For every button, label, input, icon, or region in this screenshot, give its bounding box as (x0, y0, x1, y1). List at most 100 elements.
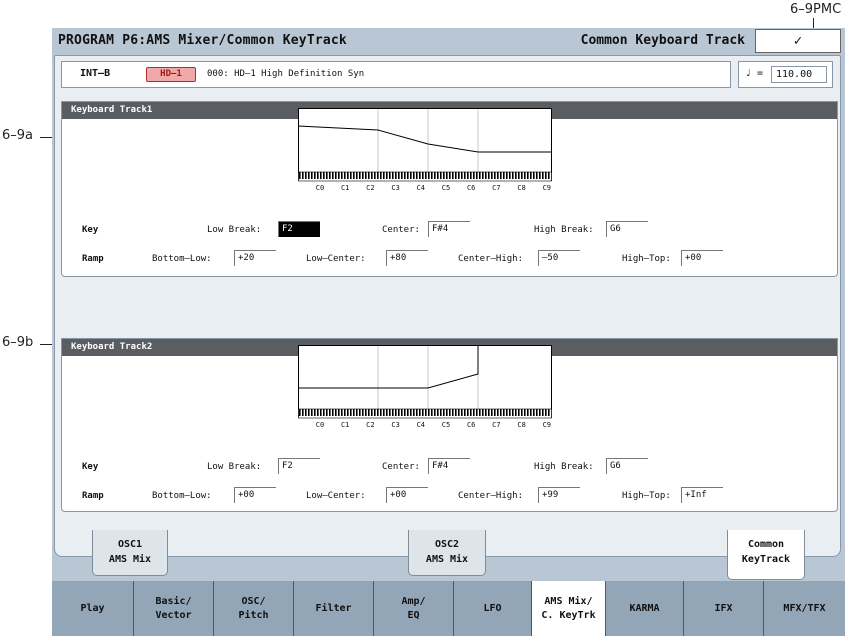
program-name: 000: HD–1 High Definition Syn (207, 69, 365, 79)
keyboard-key (398, 409, 400, 416)
keyboard-key (485, 409, 487, 416)
keyboard-key (500, 409, 502, 416)
tab-amp-eq[interactable]: Amp/EQ (374, 581, 454, 636)
keyboard-key (404, 172, 406, 179)
keyboard-key (434, 172, 436, 179)
keyboard-key (320, 409, 322, 416)
keyboard-key (335, 409, 337, 416)
tab-osc1-ams-mix[interactable]: OSC1 AMS Mix (92, 530, 168, 576)
tab-line: LFO (483, 602, 502, 614)
tab-osc-pitch[interactable]: OSC/Pitch (214, 581, 294, 636)
low-break-field[interactable]: F2 (278, 458, 320, 474)
keyboard-key (392, 172, 394, 179)
keyboard-key (506, 172, 508, 179)
keyboard-key (431, 409, 433, 416)
keyboard-key (503, 172, 505, 179)
tab-line: OSC2 (434, 539, 460, 550)
keyboard-key (542, 172, 544, 179)
high-top-label: High–Top: (622, 491, 671, 501)
tab-line: OSC/ (241, 595, 266, 607)
center-high-field[interactable]: –50 (538, 250, 580, 266)
keyboard-key (326, 409, 328, 416)
keyboard-key (305, 409, 307, 416)
keyboard-key (407, 409, 409, 416)
page-title: PROGRAM P6:AMS Mixer/Common KeyTrack (58, 33, 347, 48)
tab-ams-mix-c-keytrk[interactable]: AMS Mix/C. KeyTrk (532, 581, 606, 636)
keyboard-key (335, 172, 337, 179)
octave-label: C6 (467, 421, 475, 429)
bottom-low-field[interactable]: +00 (234, 487, 276, 503)
keyboard-key (524, 172, 526, 179)
keyboard-key (365, 172, 367, 179)
bottom-low-field[interactable]: +20 (234, 250, 276, 266)
program-type-badge: HD–1 (146, 67, 196, 82)
octave-label: C5 (442, 421, 450, 429)
octave-label: C0 (316, 184, 324, 192)
keyboard-key (425, 409, 427, 416)
octave-label: C4 (417, 421, 425, 429)
keyboard-key (437, 409, 439, 416)
keyboard-key (512, 172, 514, 179)
keyboard-key (521, 409, 523, 416)
keyboard-key (464, 172, 466, 179)
center-high-field[interactable]: +99 (538, 487, 580, 503)
page-subtitle: Common Keyboard Track (580, 33, 745, 48)
callout-9b: 6–9b (2, 335, 34, 350)
bottom-low-label: Bottom–Low: (152, 254, 212, 264)
tab-line: OSC1 (117, 539, 143, 550)
tab-ifx[interactable]: IFX (684, 581, 764, 636)
tab-line: Common (747, 539, 785, 550)
keyboard-key (479, 172, 481, 179)
tab-karma[interactable]: KARMA (606, 581, 684, 636)
tab-basic-vector[interactable]: Basic/Vector (134, 581, 214, 636)
low-center-field[interactable]: +00 (386, 487, 428, 503)
keyboard-key (401, 409, 403, 416)
high-top-field[interactable]: +Inf (681, 487, 723, 503)
keyboard-key (329, 172, 331, 179)
keyboard-key (317, 172, 319, 179)
high-top-field[interactable]: +00 (681, 250, 723, 266)
keyboard-key (416, 172, 418, 179)
keyboard-key (323, 172, 325, 179)
keyboard-key (302, 172, 304, 179)
high-break-field[interactable]: G6 (606, 221, 648, 237)
keyboard-key (314, 409, 316, 416)
tab-play[interactable]: Play (52, 581, 134, 636)
tab-line: Pitch (238, 609, 269, 621)
keyboard-key (494, 409, 496, 416)
program-select[interactable]: INT–B HD–1 000: HD–1 High Definition Syn (61, 61, 731, 88)
tab-line: Filter (315, 602, 352, 614)
keyboard-key (449, 409, 451, 416)
keyboard-key (458, 409, 460, 416)
keyboard-key (518, 172, 520, 179)
page-menu-button[interactable]: ✓ (755, 29, 841, 53)
low-break-field[interactable]: F2 (278, 221, 320, 237)
keyboard-key (308, 409, 310, 416)
keyboard-key (320, 172, 322, 179)
main-panel: INT–B HD–1 000: HD–1 High Definition Syn… (54, 55, 841, 557)
tab-line: AMS Mix (425, 554, 469, 565)
keyboard-key (311, 409, 313, 416)
keyboard-key (467, 172, 469, 179)
keyboard-key (539, 172, 541, 179)
keyboard-key (338, 409, 340, 416)
tab-filter[interactable]: Filter (294, 581, 374, 636)
keyboard-key (452, 172, 454, 179)
tab-mfx-tfx[interactable]: MFX/TFX (764, 581, 845, 636)
center-field[interactable]: F#4 (428, 458, 470, 474)
center-field[interactable]: F#4 (428, 221, 470, 237)
keyboard-key (419, 172, 421, 179)
keyboard-key (452, 409, 454, 416)
tab-common-keytrack[interactable]: Common KeyTrack (727, 530, 805, 580)
tempo-field[interactable]: 110.00 (771, 66, 827, 83)
tab-lfo[interactable]: LFO (454, 581, 532, 636)
keyboard-key (488, 409, 490, 416)
keyboard-key (341, 172, 343, 179)
keyboard-key (353, 172, 355, 179)
center-label: Center: (382, 462, 420, 472)
tab-osc2-ams-mix[interactable]: OSC2 AMS Mix (408, 530, 486, 576)
high-break-field[interactable]: G6 (606, 458, 648, 474)
low-center-field[interactable]: +80 (386, 250, 428, 266)
keyboard-key (494, 172, 496, 179)
octave-label: C7 (492, 184, 500, 192)
